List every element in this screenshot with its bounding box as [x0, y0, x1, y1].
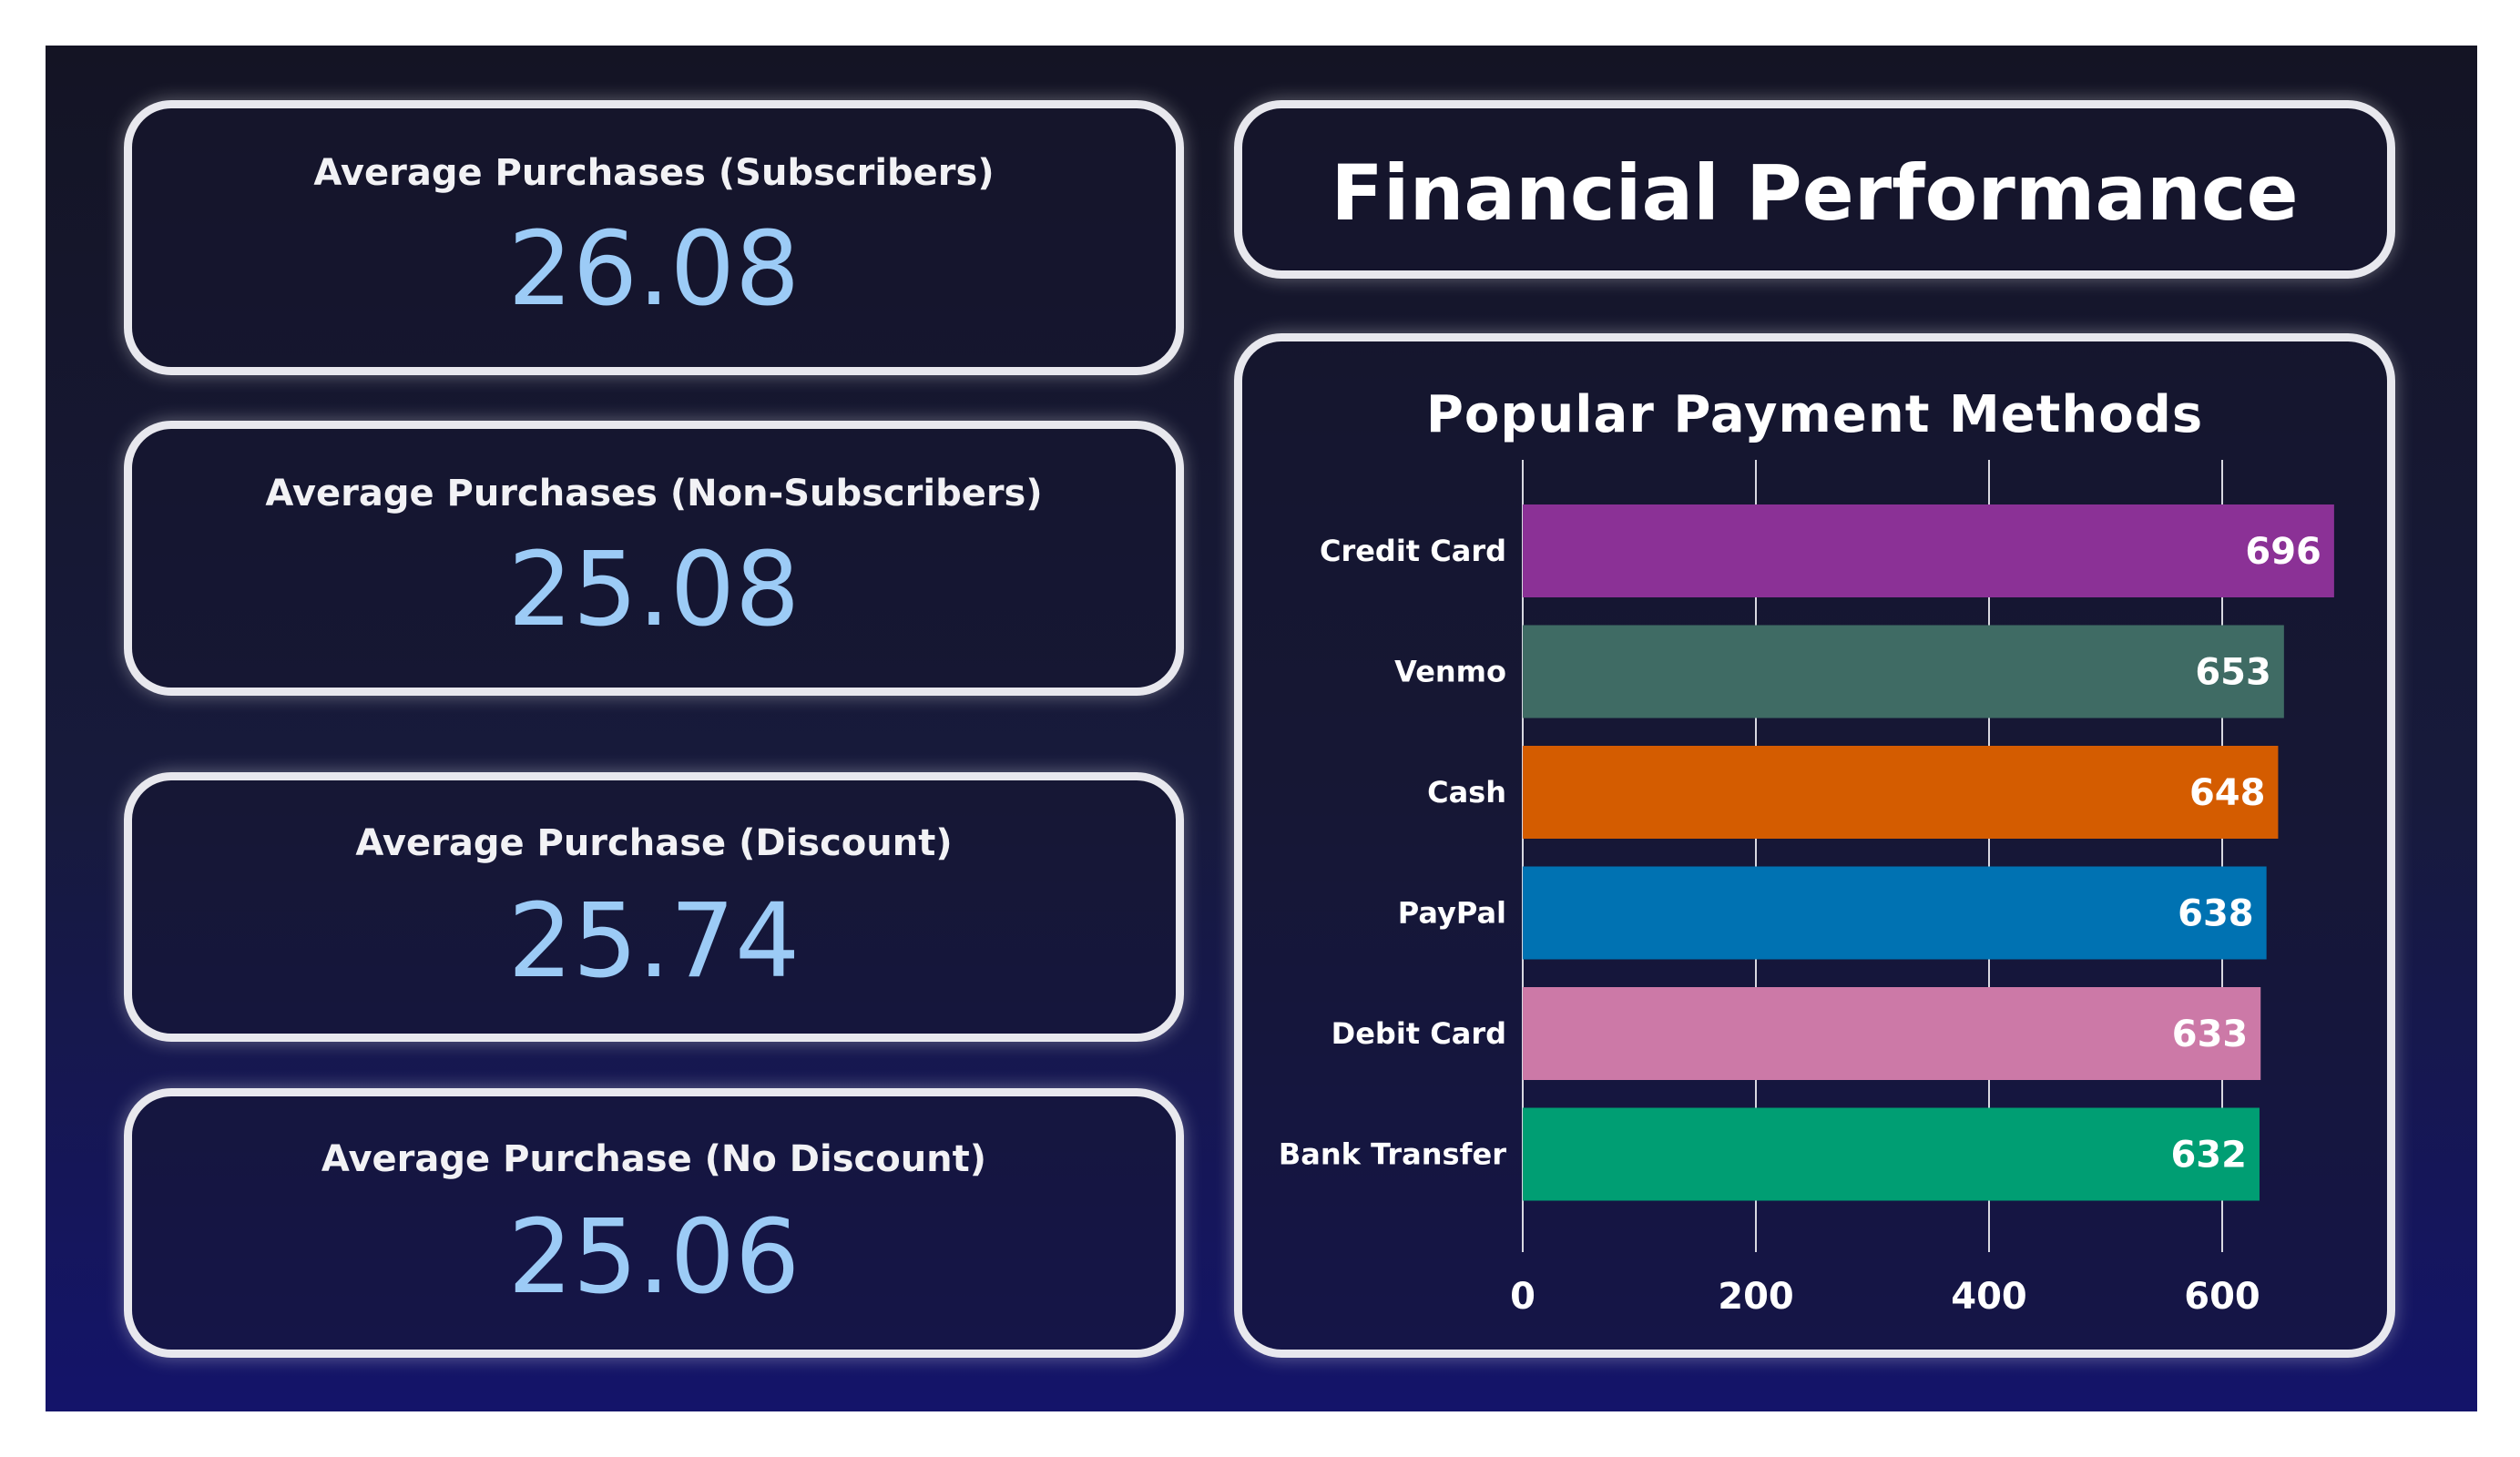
- category-label: Cash: [1427, 775, 1506, 810]
- category-label: PayPal: [1398, 896, 1506, 931]
- kpi-value: 25.06: [507, 1198, 801, 1317]
- category-label: Debit Card: [1331, 1016, 1506, 1051]
- data-label: 696: [2245, 531, 2321, 573]
- data-label: 653: [2195, 652, 2271, 694]
- bar: [1523, 987, 2261, 1080]
- category-label: Bank Transfer: [1279, 1137, 1506, 1172]
- data-label: 638: [2178, 893, 2254, 935]
- bar: [1523, 504, 2334, 597]
- title-card: Financial Performance: [1234, 100, 2395, 279]
- kpi-label: Average Purchase (Discount): [355, 822, 953, 864]
- data-label: 632: [2170, 1135, 2247, 1177]
- x-tick-label: 200: [1718, 1276, 1794, 1318]
- kpi-value: 26.08: [507, 210, 801, 329]
- category-label: Venmo: [1394, 655, 1506, 689]
- kpi-card-subscribers: Average Purchases (Subscribers) 26.08: [124, 100, 1184, 375]
- kpi-card-no-discount: Average Purchase (No Discount) 25.06: [124, 1088, 1184, 1358]
- kpi-label: Average Purchases (Subscribers): [313, 152, 995, 194]
- kpi-card-non-subscribers: Average Purchases (Non-Subscribers) 25.0…: [124, 421, 1184, 696]
- data-label: 648: [2189, 772, 2266, 814]
- dashboard-canvas: Average Purchases (Subscribers) 26.08 Av…: [46, 46, 2477, 1411]
- chart-card: Popular Payment Methods 0 200 400 600 Credit…: [1234, 333, 2395, 1358]
- category-label: Credit Card: [1320, 534, 1506, 568]
- data-label: 633: [2172, 1014, 2249, 1055]
- kpi-label: Average Purchase (No Discount): [321, 1138, 987, 1180]
- page-title: Financial Performance: [1331, 148, 2299, 238]
- bar: [1523, 1107, 2260, 1201]
- kpi-value: 25.08: [507, 531, 801, 649]
- kpi-label: Average Purchases (Non-Subscribers): [265, 473, 1043, 515]
- bar: [1523, 866, 2267, 960]
- x-tick-label: 600: [2184, 1276, 2260, 1318]
- x-tick-label: 400: [1951, 1276, 2027, 1318]
- kpi-card-discount: Average Purchase (Discount) 25.74: [124, 772, 1184, 1042]
- payment-methods-chart: 0 200 400 600 Credit Card 696 Venmo 653 Cash 648 P…: [1279, 460, 2334, 1318]
- bar: [1523, 625, 2284, 718]
- x-tick-label: 0: [1510, 1276, 1535, 1318]
- kpi-value: 25.74: [507, 882, 801, 1001]
- bar: [1523, 746, 2279, 839]
